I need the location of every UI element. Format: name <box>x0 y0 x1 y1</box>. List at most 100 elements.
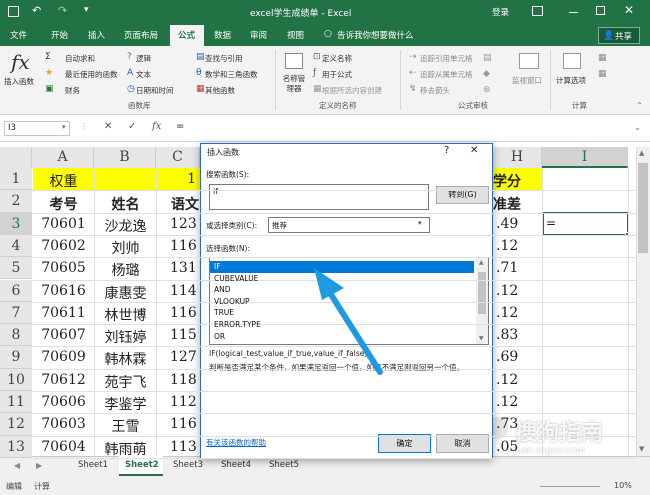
cell-b13[interactable]: 韩雨萌 <box>95 439 156 459</box>
cell-a1[interactable]: 权重 <box>33 171 94 191</box>
row-header[interactable]: 12 <box>0 413 32 436</box>
cell-h8[interactable]: .83 <box>496 327 542 343</box>
zoom-slider[interactable] <box>540 486 600 487</box>
cell-c9[interactable]: 127 <box>170 349 200 365</box>
watch-window-icon[interactable] <box>519 53 539 69</box>
redo-icon[interactable]: ↷ <box>58 4 67 17</box>
cell-h6[interactable]: .12 <box>496 283 542 299</box>
create-from-selection-button[interactable]: 根据所选内容创建 <box>322 85 382 96</box>
sheet-tab-1[interactable]: Sheet1 <box>78 460 108 470</box>
cell-b12[interactable]: 王雪 <box>95 416 156 436</box>
save-icon[interactable] <box>8 6 19 17</box>
undo-icon[interactable]: ↶ <box>32 4 41 17</box>
cell-h7[interactable]: .12 <box>496 305 542 321</box>
column-header-i[interactable]: I <box>542 147 628 168</box>
cell-b6[interactable]: 康惠雯 <box>95 283 156 303</box>
row-header[interactable]: 13 <box>0 435 32 458</box>
cell-b11[interactable]: 李鉴学 <box>95 394 156 414</box>
cell-c5[interactable]: 131 <box>170 260 200 276</box>
insert-function-icon[interactable]: fx <box>152 121 161 132</box>
text-button[interactable]: 文本 <box>136 69 151 80</box>
scroll-down-icon[interactable]: ▼ <box>639 445 644 453</box>
cell-a7[interactable]: 70611 <box>33 305 94 321</box>
login-link[interactable]: 登录 <box>492 6 509 18</box>
row-header[interactable]: 6 <box>0 279 32 302</box>
cell-c12[interactable]: 116 <box>170 416 200 432</box>
next-sheet-icon[interactable]: ▶ <box>36 461 42 470</box>
category-dropdown-icon[interactable]: ▾ <box>418 219 422 227</box>
column-header-b[interactable]: B <box>94 147 156 168</box>
sheet-tab-5[interactable]: Sheet5 <box>269 460 299 470</box>
cell-b4[interactable]: 刘帅 <box>95 238 156 258</box>
cell-a5[interactable]: 70605 <box>33 260 94 276</box>
row-header[interactable]: 4 <box>0 234 32 258</box>
cell-c8[interactable]: 115 <box>170 327 200 343</box>
cell-h12[interactable]: .73 <box>496 416 542 432</box>
calc-sheet-icon[interactable]: ▦ <box>598 69 607 79</box>
category-select[interactable] <box>268 217 430 233</box>
cell-c11[interactable]: 112 <box>170 394 200 410</box>
customize-icon[interactable]: ▾ <box>84 5 89 15</box>
maximize-icon[interactable] <box>596 6 605 15</box>
cell-a10[interactable]: 70612 <box>33 372 94 388</box>
expand-formula-icon[interactable]: ⌄ <box>634 123 641 132</box>
autosum-button[interactable]: 自动求和 <box>55 53 95 64</box>
insert-function-button[interactable]: 插入函数 <box>4 76 34 87</box>
row-header[interactable]: 8 <box>0 324 32 347</box>
cell-h3[interactable]: .49 <box>496 216 542 232</box>
scroll-up-icon[interactable]: ▲ <box>639 149 644 157</box>
financial-button[interactable]: 财务 <box>55 85 80 96</box>
cell-h13[interactable]: .05 <box>496 439 542 455</box>
cell-b9[interactable]: 韩林霖 <box>95 349 156 369</box>
column-header-h[interactable]: H <box>493 147 542 168</box>
logical-button[interactable]: 逻辑 <box>136 53 151 64</box>
cell-b8[interactable]: 刘钰婷 <box>95 327 156 347</box>
recent-functions-button[interactable]: 最近使用的函数 <box>55 69 118 80</box>
trace-dependents-button[interactable]: 追踪从属单元格 <box>420 69 473 80</box>
list-scroll-down-icon[interactable]: ▼ <box>479 335 484 342</box>
enter-icon[interactable]: ✓ <box>128 121 136 132</box>
name-box-dropdown-icon[interactable]: ▾ <box>62 123 66 131</box>
name-manager-icon[interactable] <box>285 53 303 69</box>
cell-c1[interactable]: 1 <box>157 171 200 187</box>
cell-a12[interactable]: 70603 <box>33 416 94 432</box>
cell-h1[interactable]: 学分 <box>493 171 542 191</box>
cell-c13[interactable]: 113 <box>170 439 200 455</box>
cell-h11[interactable]: .12 <box>496 394 542 410</box>
fx-icon[interactable]: fx <box>11 50 30 74</box>
goto-button[interactable]: 转到(G) <box>436 186 489 204</box>
cell-a6[interactable]: 70616 <box>33 283 94 299</box>
row-header[interactable]: 11 <box>0 391 32 414</box>
dialog-help-button[interactable]: ? <box>444 145 449 156</box>
more-functions-button[interactable]: 其他函数 <box>205 85 235 96</box>
row-header[interactable]: 3 <box>0 212 32 235</box>
ribbon-display-icon[interactable] <box>532 6 543 16</box>
column-header-c[interactable]: C <box>156 147 200 168</box>
name-box[interactable]: I3 <box>4 121 70 136</box>
remove-arrows-button[interactable]: 移去箭头 <box>420 85 450 96</box>
sheet-tab-2[interactable]: Sheet2 <box>125 460 159 470</box>
tab-insert[interactable]: 插入 <box>88 29 105 41</box>
search-input-box[interactable] <box>209 184 429 210</box>
tab-page-layout[interactable]: 页面布局 <box>124 29 158 41</box>
use-in-formula-button[interactable]: 用于公式 <box>322 69 352 80</box>
dialog-close-button[interactable]: ✕ <box>470 145 478 156</box>
tab-view[interactable]: 视图 <box>287 29 304 41</box>
row-header[interactable]: 2 <box>0 190 32 213</box>
cell-a4[interactable]: 70602 <box>33 238 94 254</box>
row-header[interactable]: 7 <box>0 301 32 325</box>
cell-b10[interactable]: 苑宇飞 <box>95 372 156 392</box>
cell-c6[interactable]: 114 <box>170 283 200 299</box>
cell-h9[interactable]: .69 <box>496 349 542 365</box>
search-input[interactable]: if <box>213 187 218 196</box>
cell-a9[interactable]: 70609 <box>33 349 94 365</box>
row-header[interactable]: 1 <box>0 168 32 191</box>
cell-h2[interactable]: 准差 <box>493 194 542 214</box>
cell-c4[interactable]: 116 <box>170 238 200 254</box>
error-check-icon[interactable]: ◆ <box>483 69 490 79</box>
cell-a11[interactable]: 70606 <box>33 394 94 410</box>
tab-review[interactable]: 审阅 <box>250 29 267 41</box>
prev-sheet-icon[interactable]: ◀ <box>14 461 20 470</box>
cancel-icon[interactable]: ✕ <box>104 121 112 132</box>
close-icon[interactable]: ✕ <box>624 3 634 17</box>
